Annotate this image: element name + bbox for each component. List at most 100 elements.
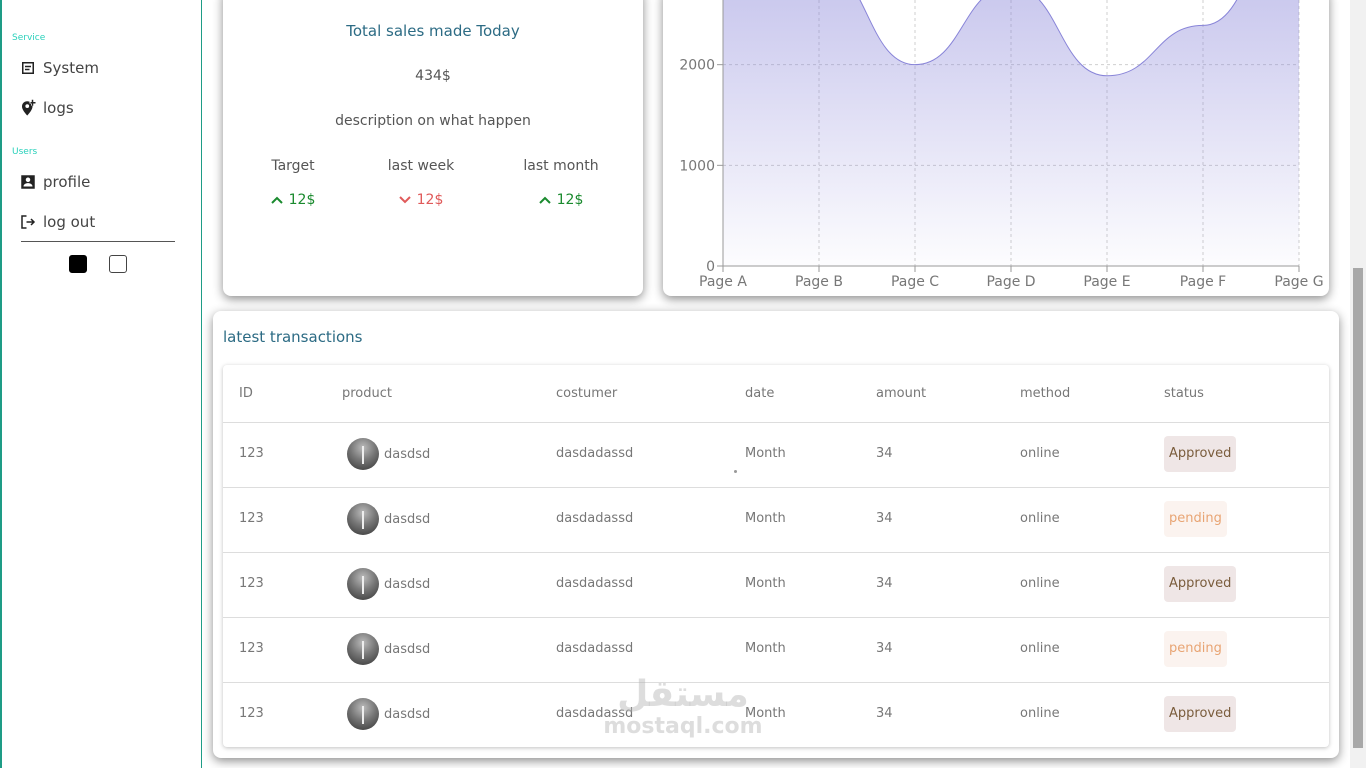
cell-date: Month: [745, 576, 786, 591]
status-badge: Approved: [1164, 436, 1237, 472]
watermark: مستقل mostaql.com: [598, 675, 768, 739]
transactions-card: latest transactions ID product costumer …: [213, 311, 1339, 758]
sidebar-item-logs[interactable]: logs: [19, 99, 74, 117]
table-row[interactable]: 123 dasdsd dasdadassd Month 34 online Ap…: [223, 422, 1329, 488]
sidebar-item-label: log out: [43, 213, 96, 231]
sales-description: description on what happen: [335, 113, 531, 129]
chevron-down-icon: [398, 196, 411, 204]
location-add-icon: [22, 99, 36, 116]
logout-icon: [21, 215, 36, 229]
stat-label: last month: [523, 158, 599, 174]
cell-amount: 34: [876, 446, 893, 461]
x-tick-label: Page B: [795, 274, 843, 290]
sidebar-item-label: System: [43, 59, 99, 77]
vertical-scrollbar[interactable]: [1350, 0, 1366, 768]
stat-amount: 12$: [416, 192, 444, 208]
cell-id: 123: [239, 576, 264, 591]
x-tick-label: Page D: [986, 274, 1035, 290]
watermark-latin: mostaql.com: [603, 714, 763, 739]
sidebar-item-profile[interactable]: profile: [19, 173, 90, 191]
column-header-product: product: [342, 386, 393, 401]
cell-customer: dasdadassd: [556, 446, 634, 461]
theme-light-swatch[interactable]: [109, 255, 127, 273]
status-badge: Approved: [1164, 696, 1237, 732]
cell-method: online: [1020, 511, 1060, 526]
cell-customer: dasdadassd: [556, 511, 634, 526]
sidebar-item-system[interactable]: System: [19, 59, 99, 77]
sidebar-section-users: Users: [12, 147, 38, 157]
cell-id: 123: [239, 706, 264, 721]
list-icon: [22, 62, 34, 74]
sidebar-divider: [21, 241, 175, 242]
cell-amount: 34: [876, 641, 893, 656]
cell-product: dasdsd: [347, 698, 430, 730]
cell-id: 123: [239, 641, 264, 656]
x-tick-label: Page A: [699, 274, 747, 290]
column-header-id: ID: [239, 386, 253, 401]
cursor-dot: [734, 470, 737, 473]
y-tick-label: 0: [706, 259, 715, 275]
column-header-status: status: [1164, 386, 1204, 401]
product-avatar: [347, 438, 379, 470]
sales-title: Total sales made Today: [346, 22, 520, 40]
sales-area-chart-card: 0 1000 2000 Page A Page B Page C Page D Page E P…: [663, 0, 1329, 296]
stat-last-week: last week 12$: [361, 158, 481, 208]
sidebar-item-logout[interactable]: log out: [19, 213, 95, 231]
cell-method: online: [1020, 446, 1060, 461]
product-avatar: [347, 698, 379, 730]
stat-value: 12$: [361, 192, 481, 208]
column-header-amount: amount: [876, 386, 927, 401]
scrollbar-thumb[interactable]: [1353, 268, 1363, 748]
cell-product: dasdsd: [347, 633, 430, 665]
column-header-date: date: [745, 386, 775, 401]
stat-label: last week: [387, 158, 455, 174]
cell-amount: 34: [876, 576, 893, 591]
stat-value: 12$: [501, 192, 621, 208]
table-header: ID product costumer date amount method s…: [223, 365, 1329, 423]
product-avatar: [347, 633, 379, 665]
area-fill: [723, 0, 1299, 266]
transactions-title: latest transactions: [223, 328, 363, 346]
stat-label: Target: [271, 158, 315, 174]
table-row[interactable]: 123 dasdsd dasdadassd Month 34 online pe…: [223, 617, 1329, 683]
x-tick-label: Page C: [891, 274, 939, 290]
theme-dark-swatch[interactable]: [69, 255, 87, 273]
product-name: dasdsd: [384, 511, 431, 527]
x-tick-label: Page G: [1274, 274, 1323, 290]
watermark-arabic: مستقل: [617, 674, 749, 715]
product-name: dasdsd: [384, 641, 431, 657]
cell-method: online: [1020, 576, 1060, 591]
product-name: dasdsd: [384, 446, 431, 462]
y-tick-label: 2000: [679, 58, 715, 74]
sidebar-section-service: Service: [12, 33, 46, 43]
table-row[interactable]: 123 dasdsd dasdadassd Month 34 online pe…: [223, 487, 1329, 553]
sidebar-item-label: logs: [43, 99, 74, 117]
status-badge: pending: [1164, 501, 1227, 537]
sidebar-item-label: profile: [43, 173, 91, 191]
x-tick-label: Page F: [1180, 274, 1226, 290]
cell-date: Month: [745, 511, 786, 526]
cell-customer: dasdadassd: [556, 641, 634, 656]
cell-date: Month: [745, 446, 786, 461]
cell-customer: dasdadassd: [556, 576, 634, 591]
column-header-method: method: [1020, 386, 1071, 401]
sales-value: 434$: [415, 68, 451, 84]
cell-product: dasdsd: [347, 568, 430, 600]
sidebar: Service System logs Users profile log ou…: [0, 0, 202, 768]
table-row[interactable]: 123 dasdsd dasdadassd Month 34 online Ap…: [223, 552, 1329, 618]
stat-target: Target 12$: [233, 158, 353, 208]
cell-amount: 34: [876, 511, 893, 526]
table-row[interactable]: 123 dasdsd dasdadassd Month 34 online Ap…: [223, 682, 1329, 747]
stat-amount: 12$: [288, 192, 316, 208]
chevron-up-icon: [538, 196, 551, 204]
sales-card: Total sales made Today 434$ description …: [223, 0, 643, 296]
status-badge: Approved: [1164, 566, 1237, 602]
cell-id: 123: [239, 511, 264, 526]
cell-method: online: [1020, 706, 1060, 721]
stat-value: 12$: [233, 192, 353, 208]
cell-id: 123: [239, 446, 264, 461]
stat-last-month: last month 12$: [501, 158, 621, 208]
product-name: dasdsd: [384, 706, 431, 722]
cell-date: Month: [745, 641, 786, 656]
y-tick-label: 1000: [679, 158, 715, 174]
